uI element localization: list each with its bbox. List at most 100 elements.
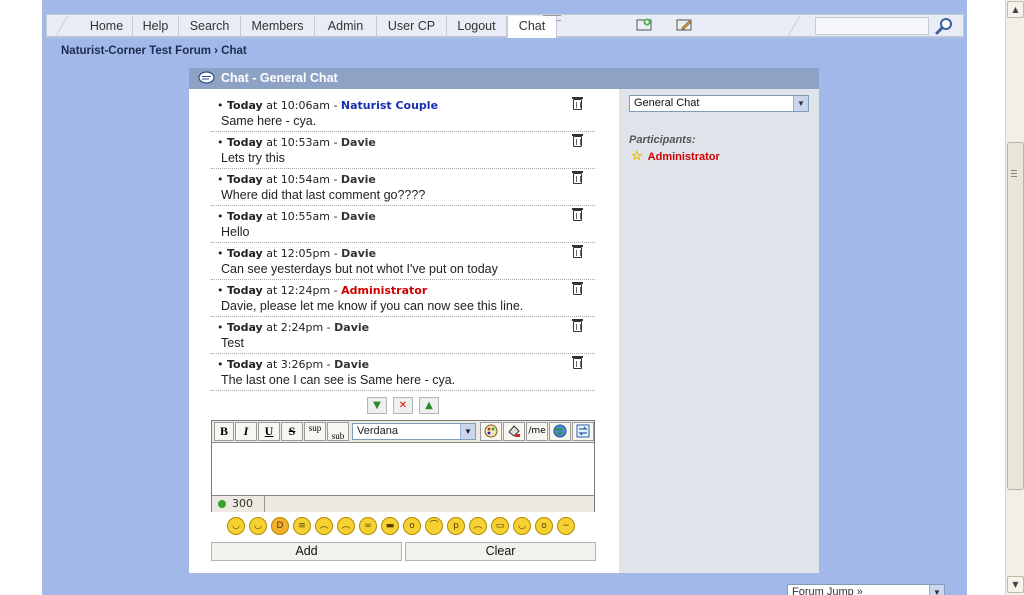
delete-message-icon[interactable] [572,208,583,221]
delete-message-icon[interactable] [572,97,583,110]
message-user[interactable]: Davie [341,173,376,186]
eek-icon[interactable]: o [403,517,421,535]
search-input[interactable] [815,17,929,35]
message-user[interactable]: Administrator [341,284,427,297]
tab-chat[interactable]: Chat [507,16,557,38]
me-command-button[interactable]: /me [526,422,548,441]
delete-message-icon[interactable] [572,134,583,147]
sad-icon[interactable]: ︵ [337,517,355,535]
tab-home[interactable]: Home [81,16,133,38]
status-indicator-icon [218,500,226,508]
search-icon[interactable] [934,16,956,36]
cool-icon[interactable]: ▬ [381,517,399,535]
chat-message: • Today at 10:55am - Davie Hello [211,206,595,243]
message-user[interactable]: Davie [341,136,376,149]
new-post-icon[interactable] [635,17,655,35]
chat-message: • Today at 10:06am - Naturist Couple Same… [211,95,595,132]
scroll-down-arrow-button[interactable]: ▼ [367,397,387,414]
message-meta: • Today at 10:53am - Davie [217,136,376,149]
tab-members[interactable]: Members [241,16,315,38]
scroll-up-button[interactable]: ▲ [1007,1,1024,18]
message-user[interactable]: Davie [341,247,376,260]
tab-user-cp[interactable]: User CP [377,16,447,38]
swap-icon[interactable] [572,422,594,441]
forum-jump-select[interactable]: Forum Jump » ▼ [787,584,945,595]
participants-label: Participants: [629,134,696,146]
chat-sidebar: General Chat ▼ Participants: ☆ Administra… [619,89,819,573]
chat-bubble-icon [198,71,215,85]
message-text: Lets try this [221,151,285,165]
delete-message-icon[interactable] [572,245,583,258]
tab-admin[interactable]: Admin [315,16,377,38]
participant-item[interactable]: ☆ Administrator [631,148,720,164]
frown-icon[interactable]: ︵ [469,517,487,535]
message-user[interactable]: Davie [334,321,369,334]
message-time: at 10:06am - [266,99,338,112]
underline-button[interactable]: U [258,422,280,441]
unsure-icon[interactable]: ~ [557,517,575,535]
message-editor: B I U S sup sub Verdana ▼ /me 300 [211,420,595,512]
wink-icon[interactable]: ◡ [249,517,267,535]
editor-statusbar: 300 [212,495,594,512]
status-divider [264,496,265,512]
italic-button[interactable]: I [235,422,257,441]
delete-message-icon[interactable] [572,171,583,184]
subscript-button[interactable]: sub [327,422,349,441]
bold-button[interactable]: B [214,422,234,441]
font-select-value: Verdana [357,425,398,437]
message-day: Today [227,136,263,149]
room-select[interactable]: General Chat ▼ [629,95,809,112]
stop-scroll-button[interactable]: ✕ [393,397,413,414]
confused-icon[interactable]: ∞ [359,517,377,535]
chat-message: • Today at 10:54am - Davie Where did that… [211,169,595,206]
message-user[interactable]: Davie [334,358,369,371]
scroll-up-arrow-button[interactable]: ▲ [419,397,439,414]
tab-search[interactable]: Search [179,16,241,38]
smile-icon[interactable]: ◡ [227,517,245,535]
superscript-button[interactable]: sup [304,422,326,441]
message-day: Today [227,321,263,334]
message-day: Today [227,247,263,260]
tab-logout[interactable]: Logout [447,16,507,38]
message-textarea[interactable] [212,444,594,495]
font-select[interactable]: Verdana ▼ [352,423,476,440]
scroll-down-button[interactable]: ▼ [1007,576,1024,593]
add-button[interactable]: Add [211,542,402,561]
chat-message: • Today at 12:24pm - Administrator Davie,… [211,280,595,317]
right-margin [967,0,1005,595]
scroll-thumb[interactable] [1007,142,1024,490]
left-margin [0,0,42,595]
surprised-icon[interactable]: o [535,517,553,535]
message-meta: • Today at 12:24pm - Administrator [217,284,428,297]
tab-help[interactable]: Help [133,16,179,38]
angry-icon[interactable]: ︵ [315,517,333,535]
strikethrough-button[interactable]: S [281,422,303,441]
grin-icon[interactable]: ≡ [293,517,311,535]
redface-icon[interactable]: ◡ [513,517,531,535]
star-icon: ☆ [631,148,643,163]
insert-link-icon[interactable] [549,422,571,441]
vertical-scrollbar[interactable]: ▲ ▼ [1005,0,1024,595]
message-user[interactable]: Naturist Couple [341,99,438,112]
chat-scroll-controls: ▼ ✕ ▲ [367,397,443,415]
laugh-icon[interactable]: D [271,517,289,535]
mad-icon[interactable]: ▭ [491,517,509,535]
breadcrumb[interactable]: Naturist-Corner Test Forum › Chat [61,45,247,57]
tongue-icon[interactable]: p [447,517,465,535]
message-meta: • Today at 10:55am - Davie [217,210,376,223]
chevron-down-icon: ▼ [793,96,808,111]
delete-message-icon[interactable] [572,282,583,295]
color-palette-icon[interactable] [480,422,502,441]
message-day: Today [227,210,263,223]
fill-color-icon[interactable] [503,422,525,441]
rolleyes-icon[interactable]: ⌒ [425,517,443,535]
delete-message-icon[interactable] [572,356,583,369]
chat-message: • Today at 12:05pm - Davie Can see yester… [211,243,595,280]
edit-icon[interactable] [675,17,695,35]
message-user[interactable]: Davie [341,210,376,223]
main-navbar: Home Help Search Members Admin User CP L… [46,14,964,38]
char-count: 300 [232,497,253,510]
clear-button[interactable]: Clear [405,542,596,561]
message-time: at 12:05pm - [266,247,338,260]
delete-message-icon[interactable] [572,319,583,332]
